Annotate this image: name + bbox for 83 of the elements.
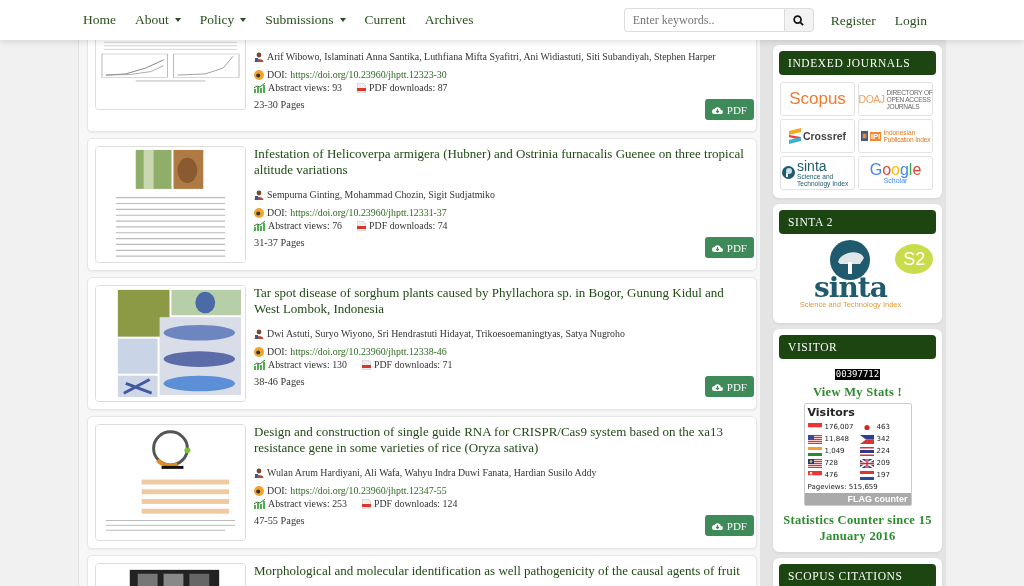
author-icon — [254, 328, 264, 339]
book-icon — [860, 131, 868, 141]
nav-link[interactable]: Archives — [424, 12, 482, 28]
abstract-views: Abstract views: 76 — [268, 219, 343, 232]
search-icon — [793, 14, 805, 26]
nav-link[interactable]: Register — [830, 13, 876, 29]
article-title[interactable]: Design and construction of single guide RNA for CRISPR/Cas9 system based on the xa13 resistance gene in some varieties of rice (Oryza sativa) — [254, 424, 752, 456]
flag-icon — [859, 434, 874, 444]
pdf-button[interactable]: PDF — [704, 515, 754, 536]
bar-chart-icon — [254, 359, 265, 370]
pdf-file-icon — [357, 220, 367, 231]
author-icon — [254, 51, 264, 62]
section-heading: SINTA 2 — [779, 210, 936, 234]
flag-icon — [807, 434, 822, 444]
pdf-file-icon — [362, 498, 371, 509]
rank-badge: S2 — [895, 244, 934, 274]
pdf-downloads: PDF downloads: 87 — [369, 81, 448, 94]
doi-link[interactable]: https://doi.org/10.23960/jhptt.12331-37 — [290, 206, 447, 219]
doi-label: DOI: — [267, 345, 288, 358]
doi-icon — [254, 207, 264, 218]
author-icon — [254, 189, 264, 200]
nav-link[interactable]: Home — [83, 12, 124, 28]
stats-link[interactable]: View My Stats ! — [812, 385, 903, 400]
doi-link[interactable]: https://doi.org/10.23960/jhptt.12323-30 — [290, 68, 447, 81]
nav-link[interactable]: Current — [364, 12, 414, 28]
doi-link[interactable]: https://doi.org/10.23960/jhptt.12338-46 — [290, 345, 447, 358]
stripes-icon — [788, 128, 801, 144]
cloud-download-icon — [711, 521, 723, 530]
doi-icon — [254, 346, 264, 357]
abstract-views: Abstract views: 253 — [268, 497, 347, 510]
widget-title: Visitors — [806, 406, 856, 419]
search-button[interactable] — [783, 8, 814, 32]
section-heading: INDEXED JOURNALS — [779, 51, 936, 75]
doi-label: DOI: — [267, 206, 288, 219]
author-icon — [254, 467, 264, 478]
doi-label: DOI: — [267, 484, 288, 497]
article-title[interactable]: Infestation of Helicoverpa armigera (Hubner) and Ostrinia furnacalis Guenee on three tropical altitude variations — [254, 146, 752, 178]
pdf-button[interactable]: PDF — [704, 376, 754, 397]
flag-icon — [807, 458, 822, 468]
pdf-file-icon — [362, 359, 371, 370]
page-range: 23-30 Pages — [254, 99, 305, 110]
author-list: Arif Wibowo, Islaminati Anna Santika, Luthfiana Mifta Syafitri, Ani Widiastuti, Siti Subandiyah, Stephen Harper — [267, 50, 716, 63]
search-field[interactable]: Enter keywords.. — [623, 8, 784, 32]
pdf-downloads: PDF downloads: 74 — [369, 219, 448, 232]
nav-link[interactable]: Login — [894, 13, 927, 29]
pdf-downloads: PDF downloads: 71 — [374, 358, 453, 371]
cloud-download-icon — [711, 243, 723, 252]
doi-label: DOI: — [267, 68, 288, 81]
pdf-downloads: PDF downloads: 124 — [374, 497, 458, 510]
author-list: Dwi Astuti, Suryo Wiyono, Sri Hendrastuti Hidayat, Trikoesoemaningtyas, Satya Nugroho — [267, 327, 625, 340]
bar-chart-icon — [254, 220, 265, 231]
flag-icon — [859, 446, 874, 456]
page-range: 47-55 Pages — [254, 515, 305, 526]
hit-counter: 00397712 — [834, 369, 881, 380]
cloud-download-icon — [711, 105, 723, 114]
bar-chart-icon — [254, 498, 265, 509]
section-heading: SCOPUS CITATIONS — [779, 564, 936, 586]
nav-link[interactable]: About — [135, 12, 189, 28]
abstract-views: Abstract views: 93 — [268, 81, 343, 94]
counter-logo: FLAG counter — [804, 493, 911, 505]
abstract-views: Abstract views: 130 — [268, 358, 347, 371]
author-list: Wulan Arum Hardiyani, Ali Wafa, Wahyu Indra Duwi Fanata, Hardian Susilo Addy — [267, 466, 597, 479]
pdf-button[interactable]: PDF — [704, 99, 754, 120]
cloud-download-icon — [711, 382, 723, 391]
author-list: Sempurna Ginting, Mohammad Chozin, Sigit Sudjatmiko — [267, 188, 495, 201]
pdf-button[interactable]: PDF — [704, 237, 754, 258]
article-title[interactable]: Tar spot disease of sorghum plants caused by Phyllachora sp. in Bogor, Gunung Kidul and West Lombok, Indonesia — [254, 285, 752, 317]
doi-link[interactable]: https://doi.org/10.23960/jhptt.12347-55 — [290, 484, 447, 497]
page-range: 38-46 Pages — [254, 376, 305, 387]
flag-icon — [859, 470, 874, 480]
nav-link[interactable]: Policy — [199, 12, 255, 28]
pdf-file-icon — [357, 82, 367, 93]
indexer-logo[interactable]: Crossref — [780, 119, 855, 153]
sinta-logo-text: sinta — [814, 277, 887, 299]
section-heading: VISITOR — [779, 335, 936, 359]
doi-icon — [254, 485, 264, 496]
flag-icon — [859, 458, 874, 468]
nav-link[interactable]: Submissions — [265, 12, 354, 28]
doi-icon — [254, 69, 264, 80]
bar-chart-icon — [254, 82, 265, 93]
counter-caption: Statistics Counter since 15 January 2016 — [782, 512, 933, 544]
page-range: 31-37 Pages — [254, 237, 305, 248]
flag-icon — [807, 446, 822, 456]
